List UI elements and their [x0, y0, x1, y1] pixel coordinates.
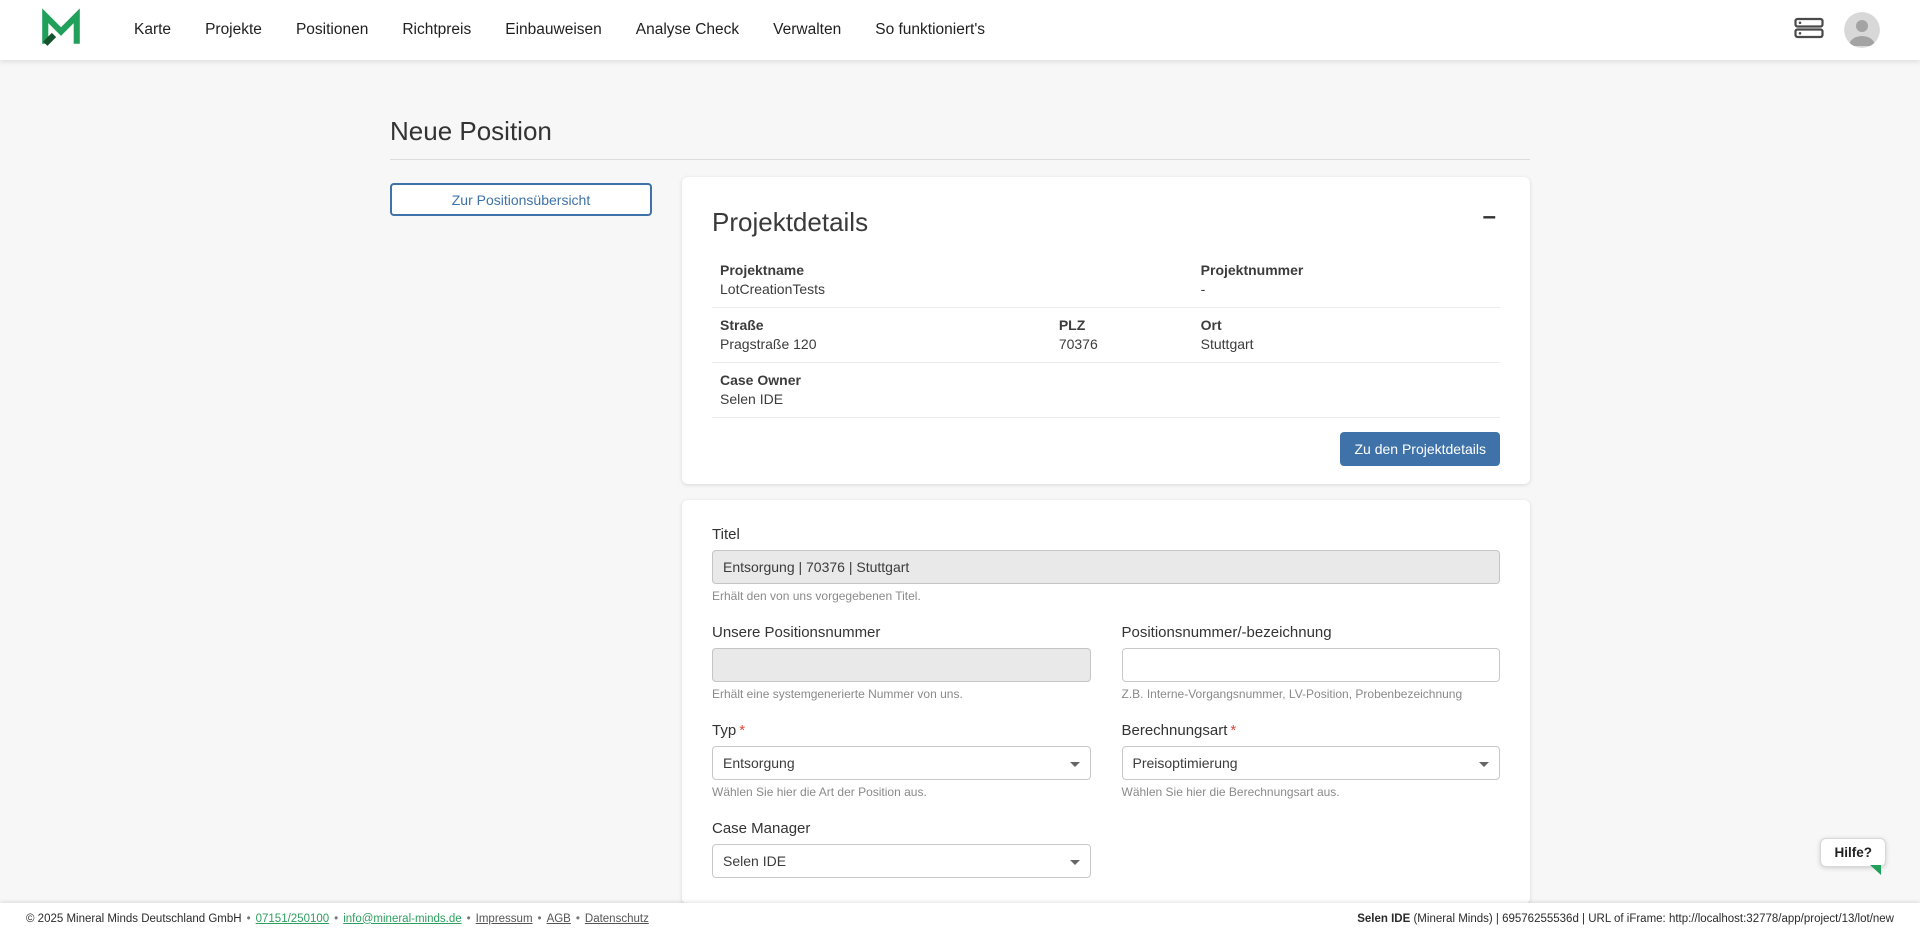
- positionsnummer-bezeichnung-input[interactable]: [1122, 648, 1501, 682]
- collapse-icon[interactable]: –: [1479, 205, 1500, 229]
- ort-label: Ort: [1201, 317, 1492, 334]
- titel-label: Titel: [712, 526, 1500, 544]
- table-row: Case Owner Selen IDE: [712, 363, 1500, 418]
- footer-separator: •: [467, 913, 471, 925]
- impressum-link[interactable]: Impressum: [476, 913, 533, 925]
- berechnungsart-select[interactable]: Preisoptimierung: [1122, 746, 1501, 780]
- footer-separator: •: [576, 913, 580, 925]
- case-manager-select-value: Selen IDE: [723, 853, 786, 869]
- positionsnummer-bezeichnung-label: Positionsnummer/-bezeichnung: [1122, 624, 1501, 642]
- back-to-positions-button[interactable]: Zur Positionsübersicht: [390, 183, 652, 216]
- footer-separator: •: [334, 913, 338, 925]
- nav-item-richtpreis[interactable]: Richtpreis: [402, 21, 471, 38]
- projektname-value: LotCreationTests: [720, 281, 1185, 298]
- titel-input[interactable]: [712, 550, 1500, 584]
- project-details-card: Projektdetails – Projektname LotCreation…: [682, 177, 1530, 484]
- logo-m-icon: [40, 8, 82, 53]
- case-manager-label: Case Manager: [712, 820, 1091, 838]
- typ-label: Typ*: [712, 722, 1091, 740]
- typ-select[interactable]: Entsorgung: [712, 746, 1091, 780]
- titel-help: Erhält den von uns vorgegebenen Titel.: [712, 589, 1500, 604]
- berechnungsart-required-asterisk: *: [1230, 722, 1236, 739]
- typ-required-asterisk: *: [739, 722, 745, 739]
- strasse-value: Pragstraße 120: [720, 336, 1043, 353]
- case-manager-select[interactable]: Selen IDE: [712, 844, 1091, 878]
- case-owner-label: Case Owner: [720, 372, 1492, 389]
- project-details-table: Projektname LotCreationTests Projektnumm…: [712, 253, 1500, 418]
- content-area: Neue Position Zur Positionsübersicht Pro…: [0, 0, 1920, 904]
- unsere-positionsnummer-input[interactable]: [712, 648, 1091, 682]
- unsere-positionsnummer-label: Unsere Positionsnummer: [712, 624, 1091, 642]
- position-form-card: Titel Erhält den von uns vorgegebenen Ti…: [682, 500, 1530, 904]
- agb-link[interactable]: AGB: [547, 913, 571, 925]
- ort-value: Stuttgart: [1201, 336, 1492, 353]
- unsere-positionsnummer-help: Erhält eine systemgenerierte Nummer von …: [712, 687, 1091, 702]
- berechnungsart-label: Berechnungsart*: [1122, 722, 1501, 740]
- chevron-down-icon: [1070, 762, 1080, 767]
- footer-user-name: Selen IDE: [1357, 913, 1410, 925]
- projektnummer-label: Projektnummer: [1201, 262, 1492, 279]
- footer-session-info: (Mineral Minds) | 69576255536d | URL of …: [1410, 913, 1894, 925]
- nav-item-positionen[interactable]: Positionen: [296, 21, 368, 38]
- user-avatar[interactable]: [1844, 12, 1880, 48]
- footer: © 2025 Mineral Minds Deutschland GmbH • …: [0, 903, 1920, 943]
- table-row: Projektname LotCreationTests Projektnumm…: [712, 253, 1500, 308]
- help-bubble-tail: [1870, 865, 1881, 875]
- chevron-down-icon: [1070, 860, 1080, 865]
- footer-separator: •: [247, 913, 251, 925]
- nav-item-so-funktionierts[interactable]: So funktioniert's: [875, 21, 985, 38]
- berechnungsart-select-value: Preisoptimierung: [1133, 755, 1238, 771]
- plz-value: 70376: [1059, 336, 1185, 353]
- mineral-minds-logo[interactable]: [40, 8, 82, 53]
- email-link[interactable]: info@mineral-minds.de: [343, 913, 461, 925]
- nav-item-einbauweisen[interactable]: Einbauweisen: [505, 21, 602, 38]
- server-icon[interactable]: [1794, 15, 1824, 46]
- copyright-text: © 2025 Mineral Minds Deutschland GmbH: [26, 913, 242, 925]
- to-project-details-button[interactable]: Zu den Projektdetails: [1340, 432, 1500, 466]
- project-card-title: Projektdetails: [712, 205, 868, 239]
- nav-item-projekte[interactable]: Projekte: [205, 21, 262, 38]
- projektnummer-value: -: [1201, 281, 1492, 298]
- chevron-down-icon: [1479, 762, 1489, 767]
- main-nav: Karte Projekte Positionen Richtpreis Ein…: [134, 21, 985, 39]
- nav-item-analyse-check[interactable]: Analyse Check: [636, 21, 739, 38]
- top-navbar: Karte Projekte Positionen Richtpreis Ein…: [0, 0, 1920, 60]
- datenschutz-link[interactable]: Datenschutz: [585, 913, 649, 925]
- plz-label: PLZ: [1059, 317, 1185, 334]
- table-row: Straße Pragstraße 120 PLZ 70376 Ort Stut…: [712, 308, 1500, 363]
- footer-separator: •: [538, 913, 542, 925]
- phone-link[interactable]: 07151/250100: [256, 913, 330, 925]
- page-title: Neue Position: [390, 116, 1530, 147]
- typ-help: Wählen Sie hier die Art der Position aus…: [712, 785, 1091, 800]
- help-button-label: Hilfe?: [1834, 845, 1872, 860]
- positionsnummer-bezeichnung-help: Z.B. Interne-Vorgangsnummer, LV-Position…: [1122, 687, 1501, 702]
- projektname-label: Projektname: [720, 262, 1185, 279]
- nav-item-verwalten[interactable]: Verwalten: [773, 21, 841, 38]
- case-owner-value: Selen IDE: [720, 391, 1492, 408]
- berechnungsart-help: Wählen Sie hier die Berechnungsart aus.: [1122, 785, 1501, 800]
- strasse-label: Straße: [720, 317, 1043, 334]
- help-button[interactable]: Hilfe?: [1820, 838, 1886, 867]
- typ-select-value: Entsorgung: [723, 755, 795, 771]
- title-divider: [390, 159, 1530, 160]
- nav-item-karte[interactable]: Karte: [134, 21, 171, 38]
- navbar-right: [1794, 12, 1880, 48]
